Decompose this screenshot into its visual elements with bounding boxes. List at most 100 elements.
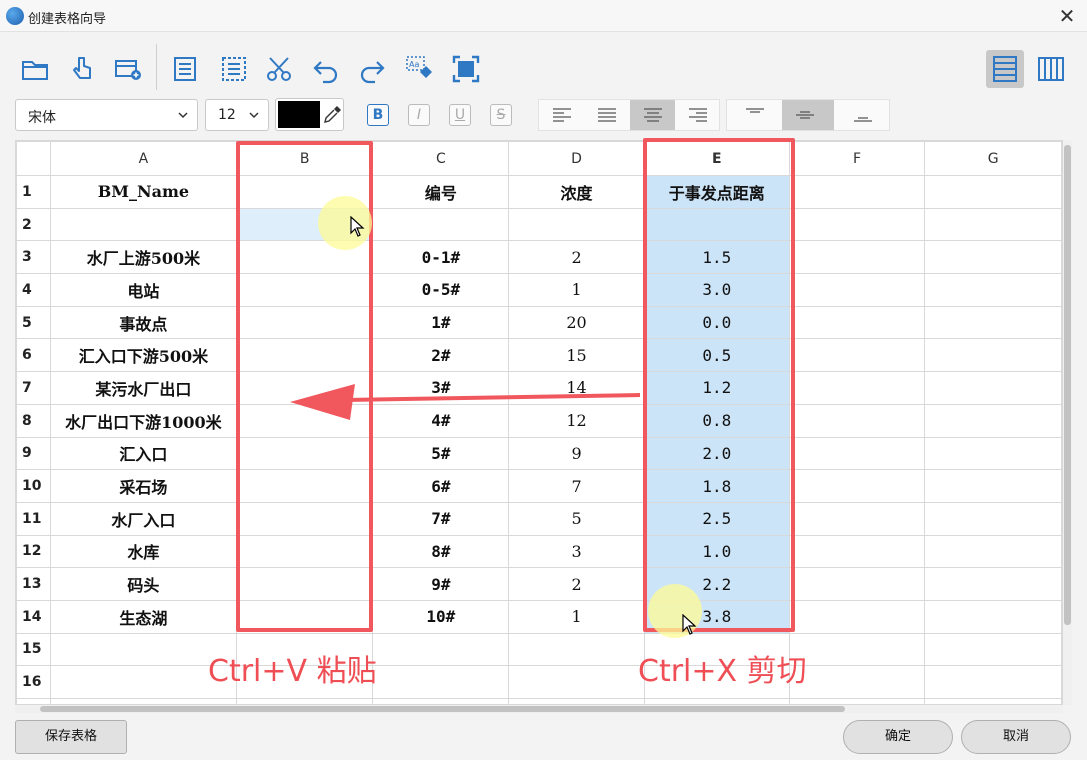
close-button[interactable]: ✕ (1055, 4, 1079, 28)
row-header[interactable]: 15 (16, 632, 51, 667)
cell-a[interactable]: 汇入口 (49, 436, 237, 471)
row-header[interactable]: 5 (16, 305, 51, 340)
font-size-select[interactable]: 12 (205, 99, 269, 131)
cell-g[interactable] (924, 534, 1062, 569)
cell-f[interactable] (788, 632, 926, 667)
cell-d[interactable]: 浓度 (508, 175, 645, 209)
cell-c[interactable]: 8# (372, 534, 510, 569)
cell-f[interactable] (788, 403, 926, 438)
corner-cell[interactable] (16, 141, 51, 176)
font-family-select[interactable]: 宋体 (15, 99, 198, 131)
underline-button[interactable]: U (449, 104, 471, 126)
row-header[interactable]: 1 (16, 175, 51, 209)
cell-f[interactable] (788, 665, 926, 699)
cell-f[interactable] (788, 175, 926, 209)
cell-d[interactable] (508, 632, 645, 667)
cell-g[interactable] (924, 469, 1062, 503)
eyedropper-icon[interactable] (323, 104, 343, 124)
font-color-swatch[interactable] (278, 101, 320, 128)
cell-a[interactable]: 水厂出口下游1000米 (49, 403, 237, 438)
vertical-scroll-thumb[interactable] (1064, 145, 1071, 625)
cell-a[interactable]: 事故点 (49, 305, 237, 340)
cell-g[interactable] (924, 436, 1062, 471)
cell-c[interactable]: 6# (372, 469, 510, 503)
cell-a[interactable]: 采石场 (49, 469, 237, 503)
row-header[interactable]: 9 (16, 436, 51, 471)
cell-a[interactable]: 汇入口下游500米 (49, 338, 237, 373)
cell-d[interactable]: 15 (508, 338, 645, 373)
align-top-button[interactable] (732, 100, 777, 130)
cell-a[interactable]: BM_Name (49, 175, 237, 209)
cell-g[interactable] (924, 338, 1062, 373)
insert-table-icon[interactable] (113, 54, 143, 84)
row-header[interactable]: 13 (16, 567, 51, 601)
clear-format-icon[interactable]: Aa (404, 54, 434, 84)
cell-d[interactable]: 7 (508, 469, 645, 503)
cell-d[interactable]: 3 (508, 534, 645, 569)
cell-a[interactable]: 水厂入口 (49, 501, 237, 536)
cell-a[interactable] (49, 207, 237, 242)
row-header[interactable]: 6 (16, 338, 51, 373)
cell-d[interactable]: 9 (508, 436, 645, 471)
cell-c[interactable] (372, 665, 510, 699)
cell-c[interactable]: 9# (372, 567, 510, 601)
cell-g[interactable] (924, 305, 1062, 340)
cell-g[interactable] (924, 175, 1062, 209)
cell-f[interactable] (788, 534, 926, 569)
cell-g[interactable] (924, 501, 1062, 536)
cell-g[interactable] (924, 273, 1062, 307)
row-header[interactable]: 14 (16, 599, 51, 634)
cell-c[interactable]: 1# (372, 305, 510, 340)
align-justify-button[interactable] (584, 100, 629, 130)
cell-d[interactable]: 1 (508, 599, 645, 634)
cell-c[interactable]: 0-1# (372, 240, 510, 275)
cell-a[interactable]: 生态湖 (49, 599, 237, 634)
cell-f[interactable] (788, 599, 926, 634)
column-header-d[interactable]: D (508, 141, 645, 176)
italic-button[interactable]: I (408, 104, 430, 126)
cell-g[interactable] (924, 599, 1062, 634)
cell-d[interactable]: 20 (508, 305, 645, 340)
paste-format-icon[interactable] (219, 54, 249, 84)
cell-c[interactable]: 编号 (372, 175, 510, 209)
row-header[interactable]: 4 (16, 273, 51, 307)
align-center-button[interactable] (630, 100, 675, 130)
ok-button[interactable]: 确定 (843, 720, 953, 754)
spreadsheet-grid[interactable]: A B C D E F G 1 BM_Name 编号 浓度 于事发点距离 2 3 水厂上游500米 0-1# 2… (15, 140, 1063, 705)
cancel-button[interactable]: 取消 (961, 720, 1071, 754)
cell-g[interactable] (924, 371, 1062, 405)
strikethrough-button[interactable]: S (490, 104, 512, 126)
row-header[interactable]: 12 (16, 534, 51, 569)
cell-f[interactable] (788, 338, 926, 373)
row-header[interactable]: 7 (16, 371, 51, 405)
row-header[interactable]: 10 (16, 469, 51, 503)
cell-c[interactable]: 5# (372, 436, 510, 471)
row-header[interactable]: 2 (16, 207, 51, 242)
cell-f[interactable] (788, 469, 926, 503)
cell-d[interactable]: 2 (508, 567, 645, 601)
cell-g[interactable] (924, 240, 1062, 275)
column-layout-icon[interactable] (1036, 54, 1066, 84)
cell-c[interactable]: 7# (372, 501, 510, 536)
cell-g[interactable] (924, 632, 1062, 667)
row-header[interactable]: 8 (16, 403, 51, 438)
align-right-button[interactable] (675, 100, 720, 130)
align-bottom-button[interactable] (840, 100, 885, 130)
cell-f[interactable] (788, 436, 926, 471)
cell-c[interactable]: 0-5# (372, 273, 510, 307)
cut-scissors-icon[interactable] (264, 54, 294, 84)
cell-f[interactable] (788, 207, 926, 242)
cell-d[interactable]: 1 (508, 273, 645, 307)
cell-f[interactable] (788, 371, 926, 405)
row-header[interactable]: 3 (16, 240, 51, 275)
redo-icon[interactable] (357, 54, 387, 84)
open-folder-icon[interactable] (20, 54, 50, 84)
cell-a[interactable]: 水厂上游500米 (49, 240, 237, 275)
font-color-control[interactable] (275, 98, 344, 131)
cell-d[interactable] (508, 207, 645, 242)
save-table-button[interactable]: 保存表格 (15, 720, 127, 754)
undo-icon[interactable] (311, 54, 341, 84)
copy-format-icon[interactable] (171, 54, 201, 84)
cell-a[interactable]: 水库 (49, 534, 237, 569)
column-header-f[interactable]: F (788, 141, 926, 176)
